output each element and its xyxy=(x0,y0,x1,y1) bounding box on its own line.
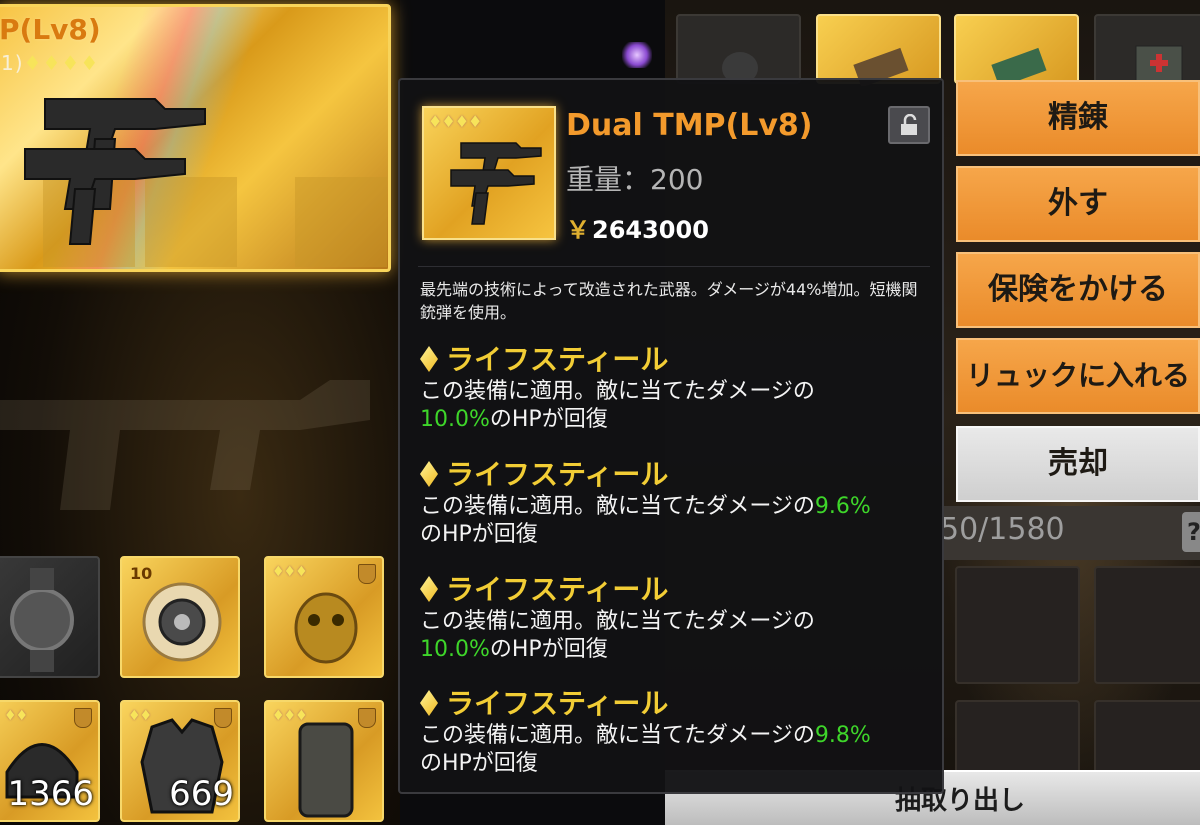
remove-button[interactable]: 外す xyxy=(956,166,1200,242)
perk-block: ライフスティール この装備に適用。敵に当てたダメージの 10.0%のHPが回復 xyxy=(420,342,930,434)
perk-block: ライフスティール この装備に適用。敵に当てたダメージの9.8% のHPが回復 xyxy=(420,686,930,778)
ammo-box-icon xyxy=(853,47,909,88)
rarity-diamonds: ♦♦♦ xyxy=(272,564,308,580)
refine-button[interactable]: 精錬 xyxy=(956,80,1200,156)
perk-text: この装備に適用。敵に当てたダメージの9.8% のHPが回復 xyxy=(420,723,871,776)
inventory-slot-mask[interactable]: ♦♦♦ xyxy=(264,556,384,678)
watch-icon xyxy=(10,568,74,672)
inventory-slot-empty[interactable] xyxy=(1094,566,1200,684)
move-to-backpack-button[interactable]: リュックに入れる xyxy=(956,338,1200,414)
inventory-slot-ammo[interactable] xyxy=(816,14,941,88)
rarity-diamonds: ♦♦ xyxy=(128,708,152,724)
sell-button[interactable]: 売却 xyxy=(956,426,1200,502)
inventory-slot-empty[interactable] xyxy=(955,566,1080,684)
price-value: 2643000 xyxy=(592,216,709,244)
insure-button[interactable]: 保険をかける xyxy=(956,252,1200,328)
ammo-box-icon xyxy=(991,47,1047,88)
shield-icon xyxy=(358,564,376,584)
weapon-title: P(Lv8) xyxy=(0,13,101,46)
inventory-slot-grenade[interactable] xyxy=(676,14,801,84)
inventory-slot-medkit[interactable] xyxy=(1094,14,1200,84)
shield-icon xyxy=(358,708,376,728)
item-count: 1366 xyxy=(7,774,94,814)
grenade-icon xyxy=(722,52,758,84)
perk-block: ライフスティール この装備に適用。敵に当てたダメージの9.6% のHPが回復 xyxy=(420,457,930,549)
inventory-slot-backpack[interactable]: ♦♦♦ xyxy=(264,700,384,822)
inventory-slot-helmet[interactable]: ♦♦ 1366 xyxy=(0,700,100,822)
yen-symbol: ￥ xyxy=(566,216,590,244)
diamond-icon xyxy=(420,461,438,487)
rarity-diamonds: ♦♦ xyxy=(4,708,28,724)
game-scene: P(Lv8) 1)♦♦♦♦ 10 ♦♦♦ ♦♦ 1366 ♦♦ 669 ♦♦♦ … xyxy=(0,0,1200,825)
diamond-icon xyxy=(420,346,438,372)
capacity-text: 50/1580 xyxy=(940,512,1065,547)
perk-title: ライフスティール xyxy=(420,572,930,608)
perk-title: ライフスティール xyxy=(420,686,930,722)
help-button[interactable]: ? xyxy=(1182,512,1200,552)
inventory-slot-ammo-green[interactable] xyxy=(954,14,1079,88)
rarity-diamonds: ♦♦♦ xyxy=(272,708,308,724)
medkit-icon xyxy=(1135,45,1183,83)
item-price: ￥2643000 xyxy=(566,210,709,245)
item-level: 10 xyxy=(130,564,153,583)
item-tooltip: ♦♦♦♦ Dual TMP(Lv8) 重量：200 ￥2643000 最先端の技… xyxy=(398,78,944,794)
equipped-weapon-card[interactable]: P(Lv8) 1)♦♦♦♦ xyxy=(0,4,391,272)
perk-title: ライフスティール xyxy=(420,457,930,493)
perk-text: この装備に適用。敵に当てたダメージの9.6% のHPが回復 xyxy=(420,494,871,547)
inventory-slot-emblem[interactable]: 10 xyxy=(120,556,240,678)
attachment-slot[interactable] xyxy=(295,177,387,267)
item-description: 最先端の技術によって改造された武器。ダメージが44%増加。短機関銃弾を使用。 xyxy=(420,280,918,322)
lock-button[interactable] xyxy=(888,106,930,144)
smg-icon xyxy=(24,98,206,245)
unlock-icon xyxy=(900,113,920,136)
shield-icon xyxy=(214,708,232,728)
shield-icon xyxy=(74,708,92,728)
perk-text: この装備に適用。敵に当てたダメージの 10.0%のHPが回復 xyxy=(420,609,815,662)
purple-orb-icon xyxy=(622,42,652,68)
smg-icon xyxy=(450,142,542,225)
background-rifle-silhouette xyxy=(0,380,370,510)
item-name: Dual TMP(Lv8) xyxy=(566,108,813,143)
inventory-slot-watch[interactable] xyxy=(0,556,100,678)
weapon-subtitle: 1)♦♦♦♦ xyxy=(1,51,100,75)
tooltip-item-icon: ♦♦♦♦ xyxy=(422,106,556,240)
diamond-icon xyxy=(420,690,438,716)
diamond-icon xyxy=(420,576,438,602)
divider xyxy=(418,266,930,267)
item-weight: 重量：200 xyxy=(566,163,704,196)
item-count: 669 xyxy=(169,774,234,814)
perk-block: ライフスティール この装備に適用。敵に当てたダメージの 10.0%のHPが回復 xyxy=(420,572,930,664)
inventory-slot-armor[interactable]: ♦♦ 669 xyxy=(120,700,240,822)
perk-title: ライフスティール xyxy=(420,342,930,378)
perk-text: この装備に適用。敵に当てたダメージの 10.0%のHPが回復 xyxy=(420,379,815,432)
